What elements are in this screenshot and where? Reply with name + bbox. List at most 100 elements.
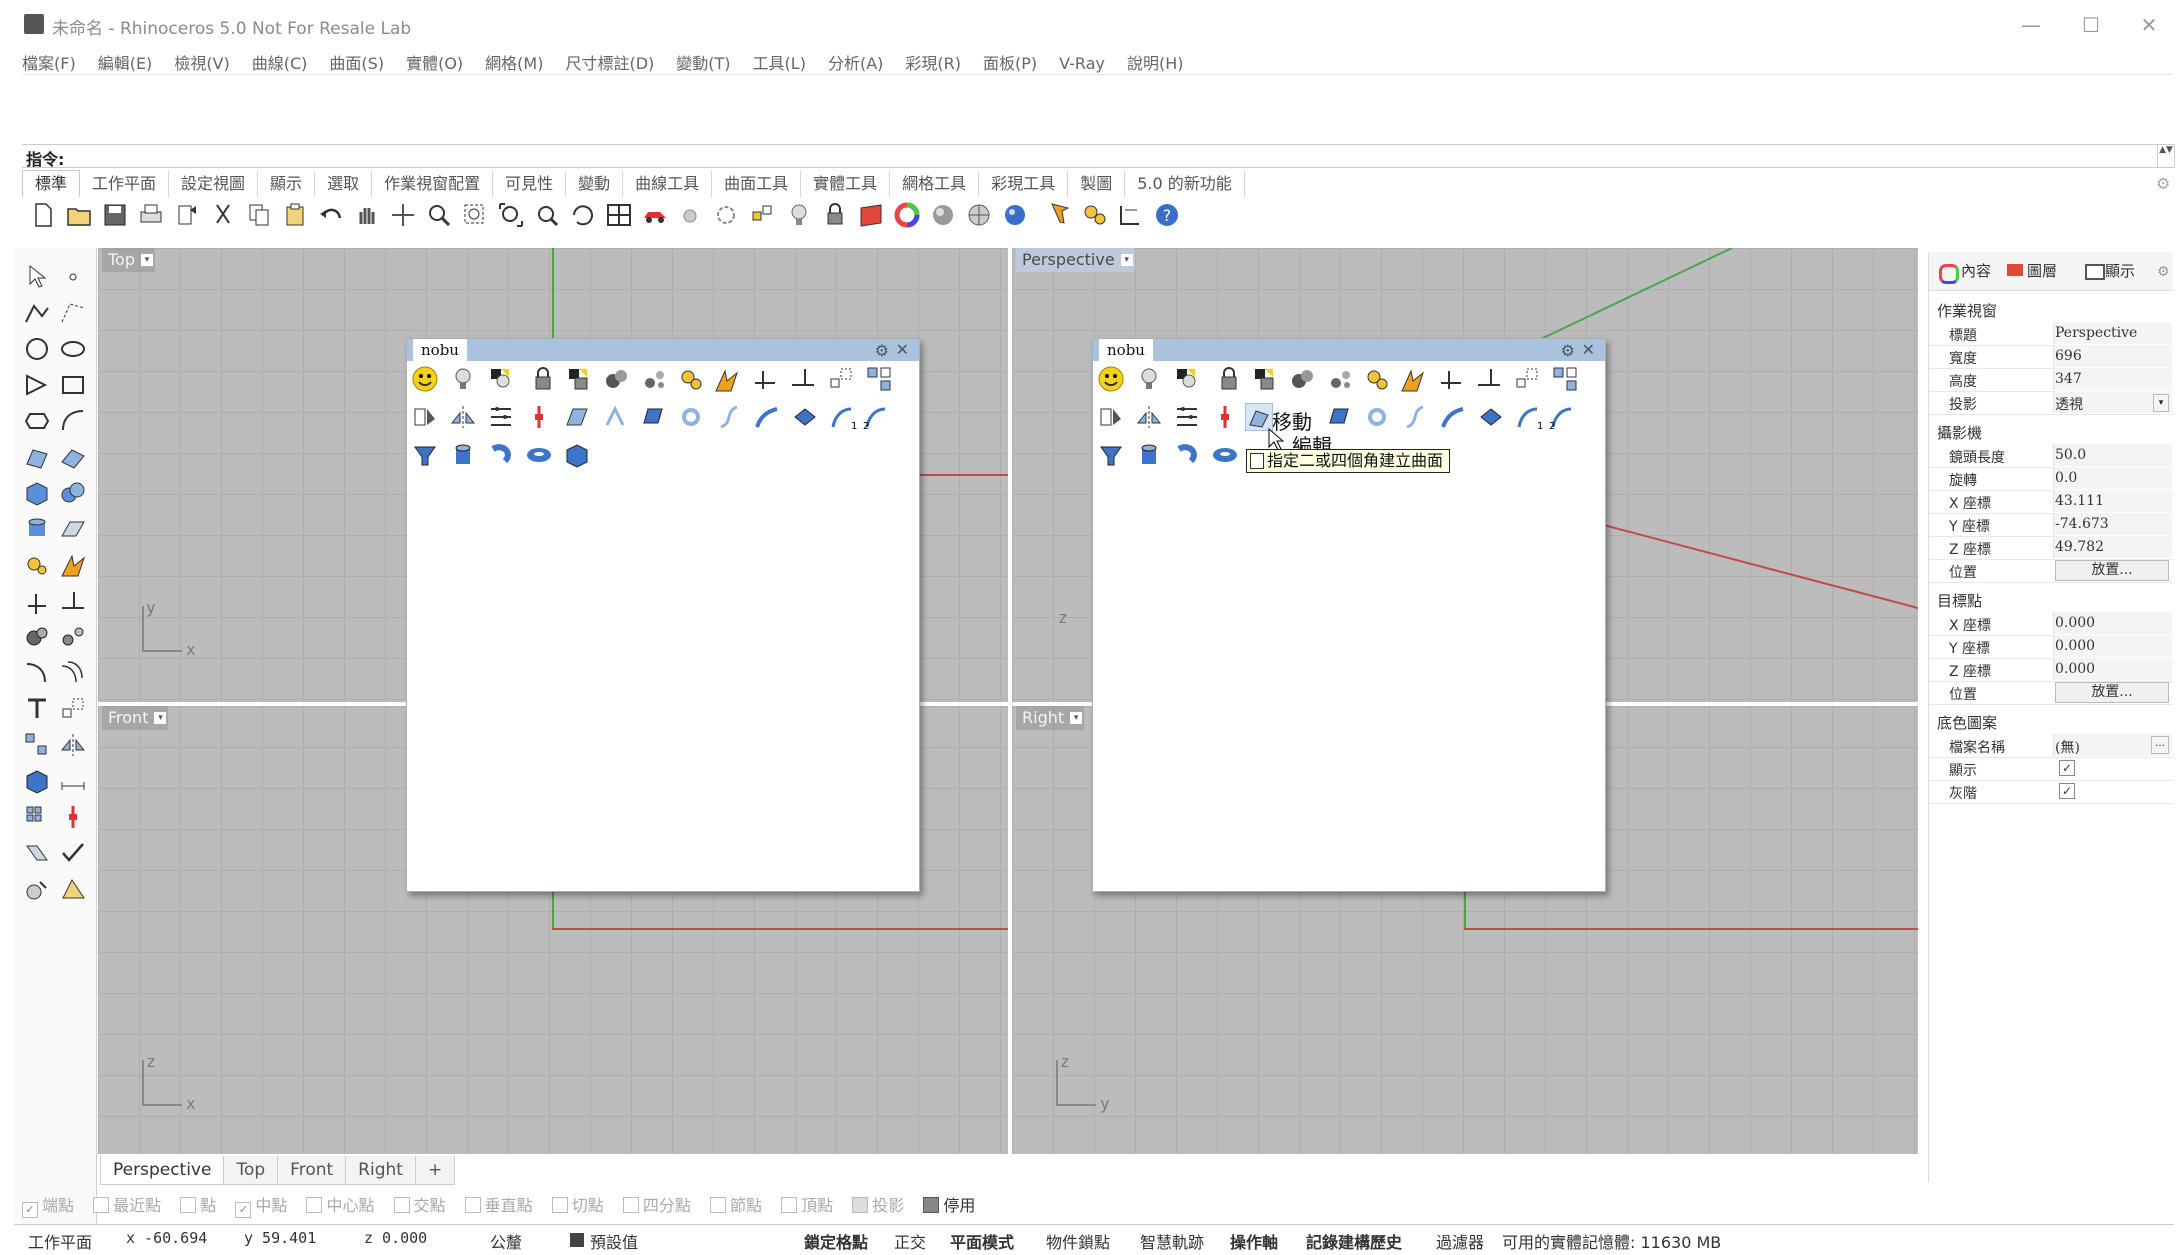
grid-array-icon[interactable] bbox=[22, 802, 52, 832]
box-icon[interactable] bbox=[563, 441, 591, 469]
menu-panels[interactable]: 面板(P) bbox=[970, 44, 1046, 74]
tab-render-tools[interactable]: 彩現工具 bbox=[979, 171, 1069, 197]
osnap-near[interactable]: 最近點 bbox=[93, 1192, 161, 1216]
viewport-label-right[interactable]: Right ▾ bbox=[1016, 706, 1085, 730]
offset-icon[interactable] bbox=[58, 658, 88, 688]
cylinder-icon[interactable] bbox=[449, 441, 477, 469]
tab-visibility[interactable]: 可見性 bbox=[493, 171, 567, 197]
twist-icon[interactable] bbox=[715, 403, 743, 431]
lock-icon[interactable] bbox=[1215, 365, 1243, 393]
menu-solid[interactable]: 實體(O) bbox=[393, 44, 472, 74]
polyline-icon[interactable] bbox=[22, 298, 52, 328]
osnap-checkbox[interactable]: ✓ bbox=[235, 1202, 252, 1218]
split-icon[interactable] bbox=[1475, 365, 1503, 393]
menu-curve[interactable]: 曲線(C) bbox=[239, 44, 317, 74]
render-gear-icon[interactable] bbox=[22, 550, 52, 580]
print-icon[interactable] bbox=[136, 200, 166, 230]
trim-icon[interactable] bbox=[22, 586, 52, 616]
viewport-label-top[interactable]: Top ▾ bbox=[102, 248, 155, 272]
osnap-point[interactable]: 點 bbox=[180, 1192, 216, 1216]
osnap-checkbox[interactable] bbox=[306, 1197, 323, 1213]
taper-icon[interactable] bbox=[1477, 403, 1505, 431]
osnap-checkbox[interactable] bbox=[709, 1197, 726, 1213]
analyze-icon[interactable] bbox=[22, 874, 52, 904]
osnap-checkbox[interactable] bbox=[393, 1197, 410, 1213]
mirror-plane-icon[interactable] bbox=[1135, 403, 1163, 431]
close-icon[interactable]: ✕ bbox=[1582, 340, 1595, 359]
sphere-surface-icon[interactable] bbox=[677, 403, 705, 431]
osnap-disable[interactable]: 停用 bbox=[923, 1192, 975, 1216]
tab-new-in-v5[interactable]: 5.0 的新功能 bbox=[1125, 171, 1245, 197]
zoom-window-icon[interactable] bbox=[460, 200, 490, 230]
place-target-button[interactable]: 放置... bbox=[2055, 682, 2169, 703]
menu-help[interactable]: 說明(H) bbox=[1114, 44, 1193, 74]
mirror-icon[interactable] bbox=[1097, 403, 1125, 431]
status-ortho[interactable]: 正交 bbox=[894, 1229, 926, 1253]
split-icon[interactable] bbox=[58, 586, 88, 616]
osnap-checkbox[interactable] bbox=[464, 1197, 481, 1213]
mirror-icon[interactable] bbox=[58, 730, 88, 760]
tab-transform[interactable]: 變動 bbox=[566, 171, 624, 197]
osnap-checkbox[interactable] bbox=[852, 1197, 869, 1213]
undo-icon[interactable] bbox=[316, 200, 346, 230]
nobu-panel-tab[interactable]: nobu bbox=[413, 339, 467, 361]
tab-properties[interactable]: 內容 bbox=[1961, 258, 1991, 284]
osnap-end[interactable]: ✓ 端點 bbox=[22, 1192, 74, 1218]
menu-mesh[interactable]: 網格(M) bbox=[472, 44, 552, 74]
align-icon[interactable] bbox=[487, 403, 515, 431]
tab-gear-icon[interactable]: ⚙ bbox=[2156, 174, 2174, 193]
tab-select[interactable]: 選取 bbox=[315, 171, 373, 197]
move-view-icon[interactable] bbox=[388, 200, 418, 230]
point-icon[interactable] bbox=[58, 262, 88, 292]
status-cplane[interactable]: 工作平面 bbox=[28, 1229, 92, 1253]
lock-icon[interactable] bbox=[529, 365, 557, 393]
ungroup-icon[interactable] bbox=[58, 622, 88, 652]
sphere-surface-icon[interactable] bbox=[1363, 403, 1391, 431]
osnap-quadrant[interactable]: 四分點 bbox=[622, 1192, 691, 1216]
menu-view[interactable]: 檢視(V) bbox=[161, 44, 238, 74]
check-icon[interactable] bbox=[58, 838, 88, 868]
chevron-down-icon[interactable]: ▾ bbox=[2153, 394, 2169, 412]
maximize-button[interactable]: ☐ bbox=[2066, 8, 2116, 42]
tab-perspective[interactable]: Perspective bbox=[100, 1156, 225, 1185]
sphere-white-icon[interactable] bbox=[964, 200, 994, 230]
tab-curve-tools[interactable]: 曲線工具 bbox=[623, 171, 713, 197]
tab-right[interactable]: Right bbox=[345, 1156, 416, 1185]
scale-icon[interactable] bbox=[58, 694, 88, 724]
trim-icon[interactable] bbox=[1437, 365, 1465, 393]
cylinder-icon[interactable] bbox=[22, 514, 52, 544]
array-icon[interactable] bbox=[1551, 365, 1579, 393]
close-icon[interactable]: ✕ bbox=[896, 340, 909, 359]
flow-icon[interactable] bbox=[601, 403, 629, 431]
tab-viewport-layout[interactable]: 作業視窗配置 bbox=[372, 171, 494, 197]
control-curve-icon[interactable] bbox=[58, 298, 88, 328]
menu-tools[interactable]: 工具(L) bbox=[740, 44, 815, 74]
status-layer[interactable]: 預設值 bbox=[590, 1229, 638, 1253]
ungroup-icon[interactable] bbox=[641, 365, 669, 393]
funnel-icon[interactable] bbox=[411, 441, 439, 469]
solid-box-icon[interactable] bbox=[22, 766, 52, 796]
mesh-plane-icon[interactable] bbox=[58, 514, 88, 544]
tab-display[interactable]: 顯示 bbox=[258, 171, 316, 197]
nobu-panel-header[interactable]: nobu ⚙ ✕ bbox=[407, 339, 919, 361]
status-gumball[interactable]: 操作軸 bbox=[1230, 1229, 1278, 1253]
twist-icon[interactable] bbox=[1401, 403, 1429, 431]
menu-surface[interactable]: 曲面(S) bbox=[316, 44, 393, 74]
scale-icon[interactable] bbox=[1513, 365, 1541, 393]
layer-icon[interactable] bbox=[856, 200, 886, 230]
polygon-icon[interactable] bbox=[22, 406, 52, 436]
add-viewport-tab-icon[interactable]: + bbox=[414, 1156, 456, 1185]
select-icon[interactable] bbox=[676, 200, 706, 230]
open-folder-icon[interactable] bbox=[64, 200, 94, 230]
rotate-view-icon[interactable] bbox=[568, 200, 598, 230]
nobu-panel-tab[interactable]: nobu bbox=[1099, 339, 1153, 361]
help-icon[interactable]: ? bbox=[1152, 200, 1182, 230]
tab-front[interactable]: Front bbox=[277, 1156, 347, 1185]
menu-vray[interactable]: V-Ray bbox=[1046, 48, 1114, 73]
tab-top[interactable]: Top bbox=[223, 1156, 279, 1185]
group-icon[interactable] bbox=[603, 365, 631, 393]
menu-transform[interactable]: 變動(T) bbox=[663, 44, 739, 74]
osnap-project[interactable]: 投影 bbox=[852, 1192, 904, 1216]
nobu-panel-header[interactable]: nobu ⚙ ✕ bbox=[1093, 339, 1605, 361]
menu-render[interactable]: 彩現(R) bbox=[892, 44, 970, 74]
